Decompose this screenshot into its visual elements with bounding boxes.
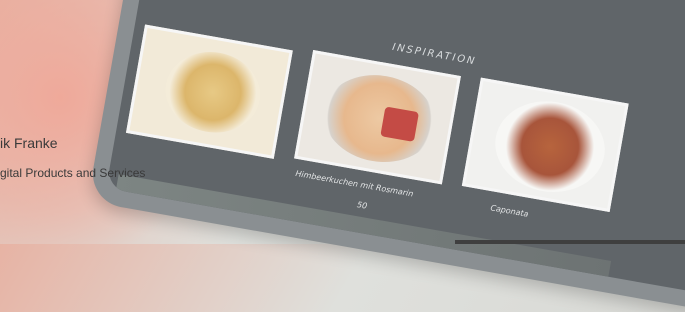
tablet-screen: INSPIRATION Himbeerkuchen mit Rosmarin 5…: [106, 0, 685, 294]
cake-slice: [380, 106, 419, 142]
card-caponata[interactable]: [461, 77, 629, 212]
cake-photo: [316, 66, 442, 171]
food-photo: [159, 44, 267, 140]
card-left[interactable]: [125, 24, 293, 159]
tablet-device: INSPIRATION Himbeerkuchen mit Rosmarin 5…: [87, 0, 685, 312]
caponata-photo: [488, 92, 612, 201]
dark-strip: [455, 240, 685, 244]
speaker-name: ik Franke: [0, 135, 58, 151]
card-number: 50: [356, 200, 368, 211]
speaker-role: gital Products and Services: [0, 166, 146, 180]
card-himbeerkuchen[interactable]: [294, 50, 461, 185]
card-caption-caponata: Caponata: [489, 203, 530, 219]
